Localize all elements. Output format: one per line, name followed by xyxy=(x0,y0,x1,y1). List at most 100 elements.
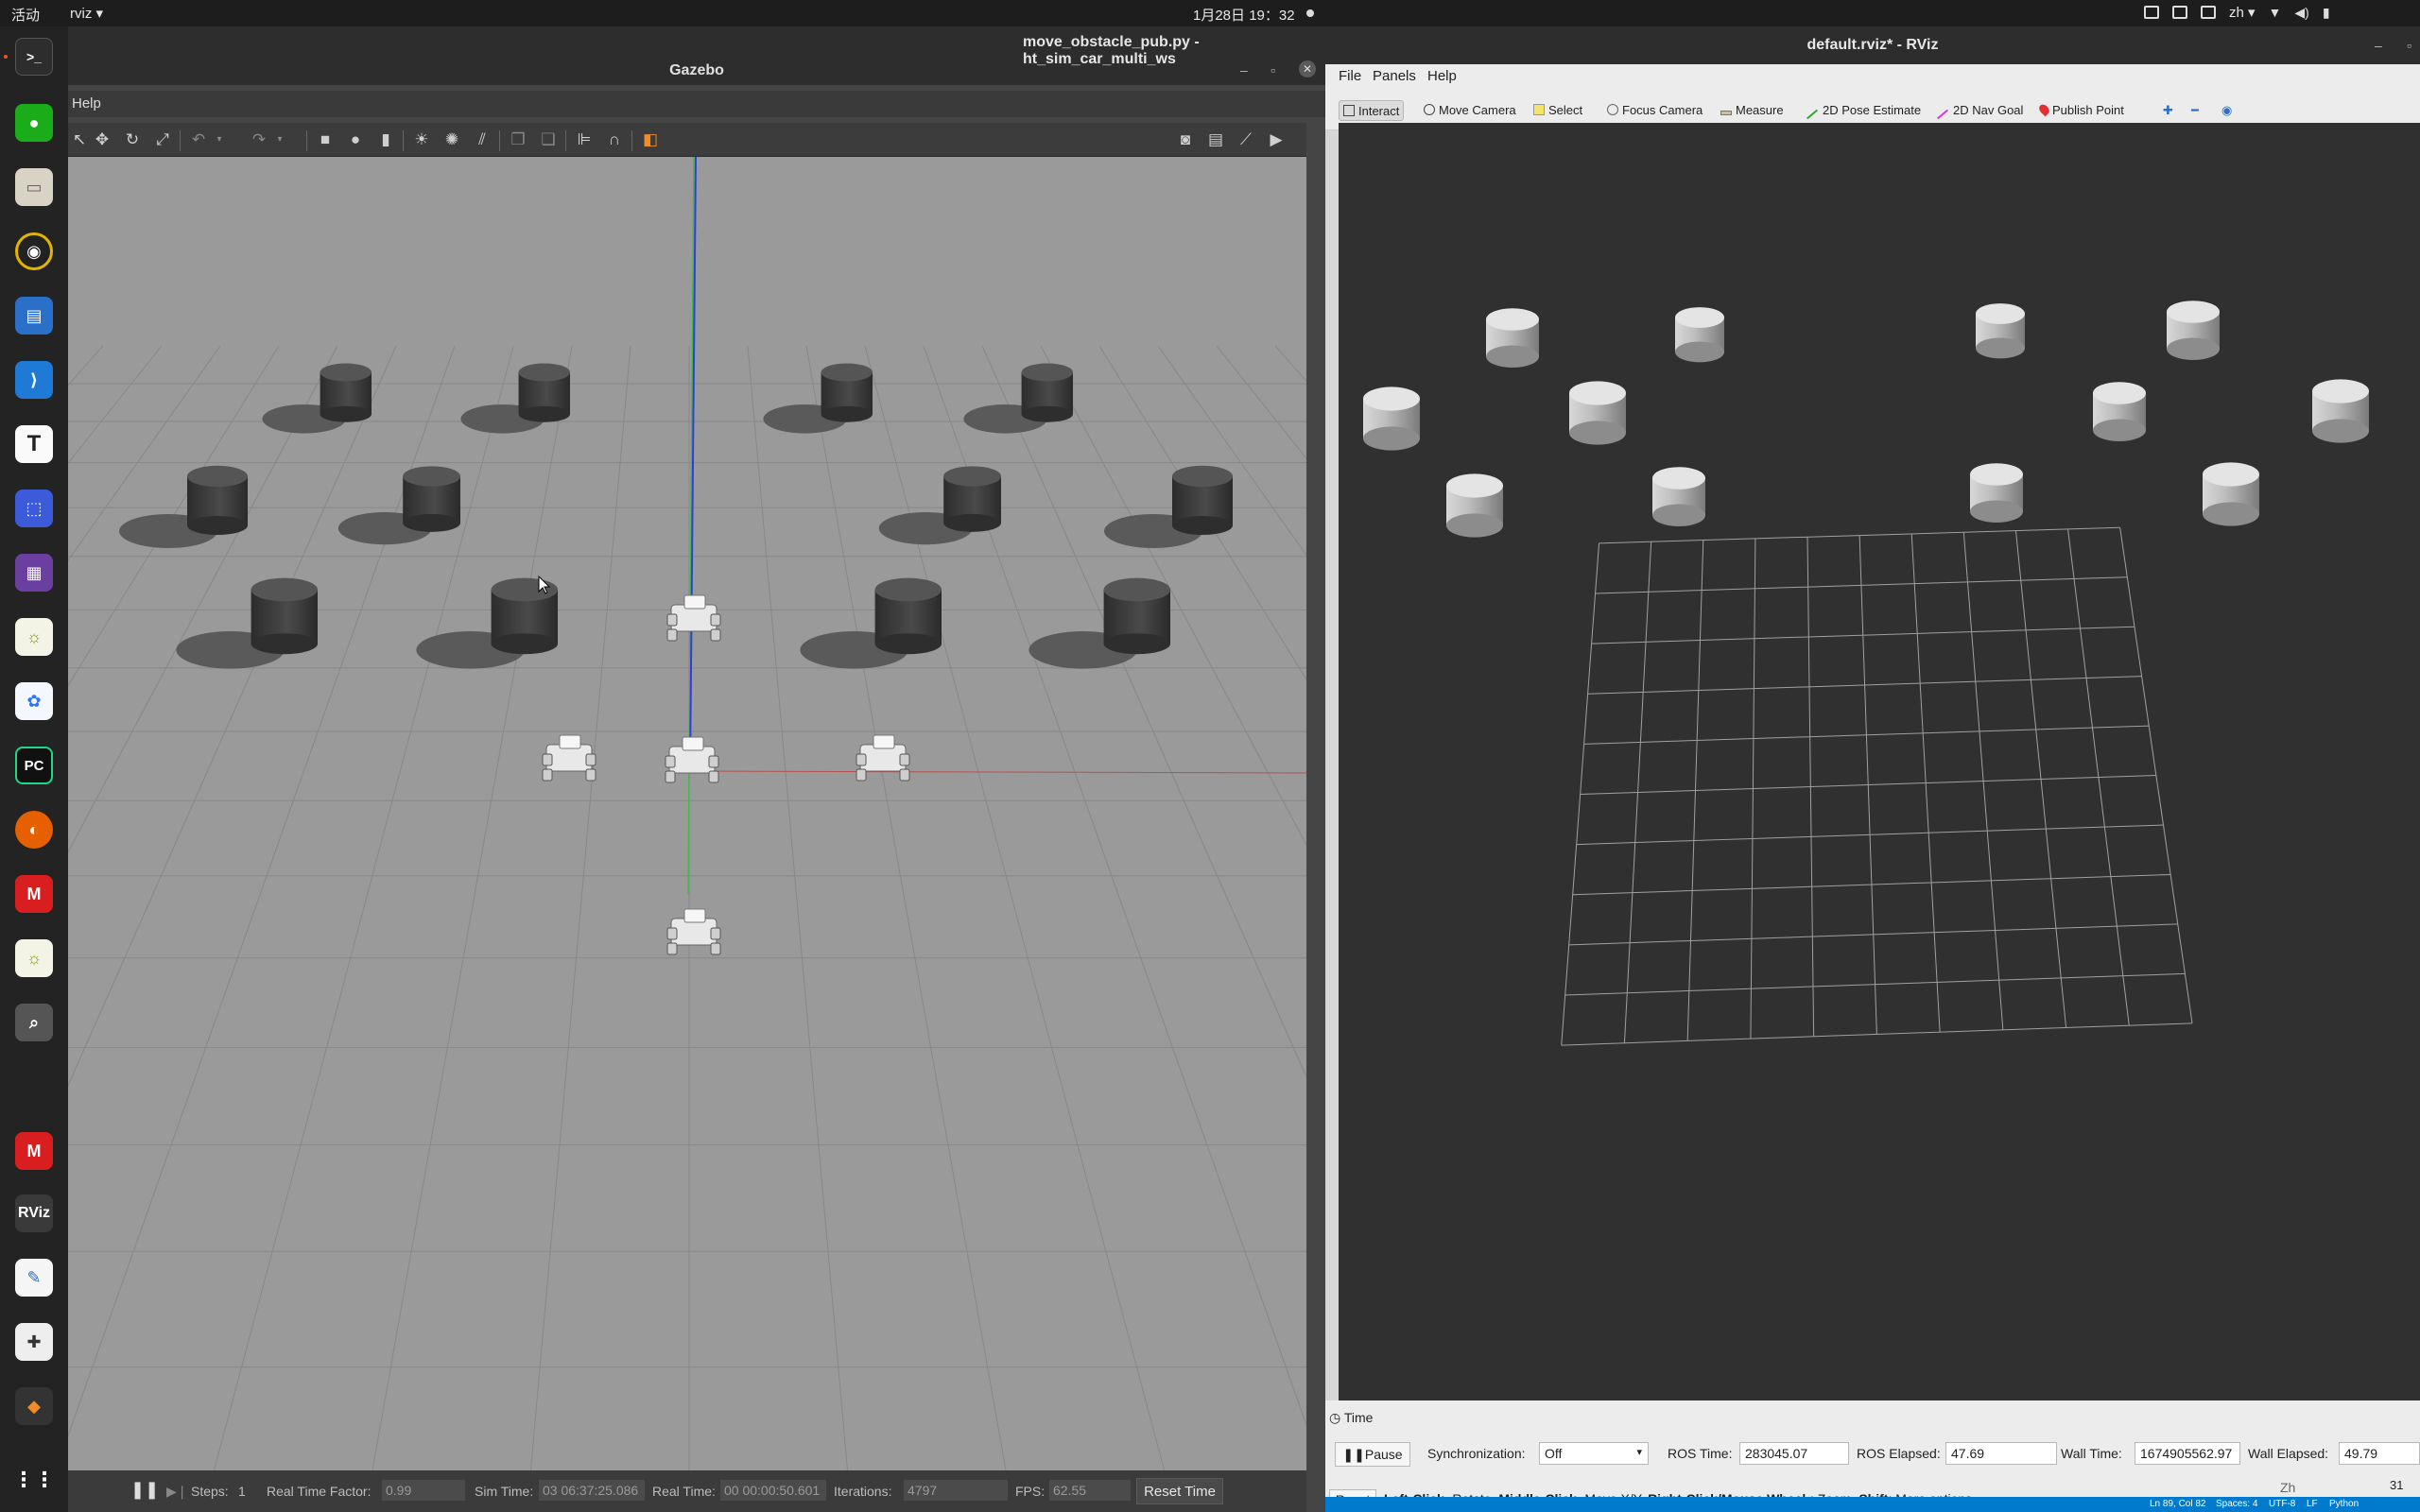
gamepad-icon[interactable]: ✚ xyxy=(15,1323,53,1361)
screenshot-icon[interactable]: ◙ xyxy=(1176,130,1195,149)
pause-icon[interactable]: ❚❚ xyxy=(130,1480,159,1500)
system-tray[interactable]: zh ▾ ▼ ◀) ▮ xyxy=(2144,4,2330,21)
encoding[interactable]: UTF-8 xyxy=(2269,1499,2295,1509)
ros-elapsed-field[interactable]: 47.69 xyxy=(1945,1442,2057,1465)
scale-mode-icon[interactable]: ⤢ xyxy=(153,130,172,149)
undo-dropdown-icon[interactable]: ▾ xyxy=(210,130,229,149)
baidunetdisk-icon[interactable]: ✿ xyxy=(15,682,53,720)
video-record-icon[interactable]: ▶ xyxy=(1267,130,1286,149)
tool-2d-pose-estimate[interactable]: 2D Pose Estimate xyxy=(1802,100,1925,121)
tool-interact[interactable]: Interact xyxy=(1339,100,1405,121)
magnifier-icon[interactable]: ⌕ xyxy=(15,1004,53,1041)
rviz-title[interactable]: default.rviz* - RViz xyxy=(1325,26,2420,64)
tool-measure[interactable]: Measure xyxy=(1717,100,1788,121)
gazebo-scene[interactable] xyxy=(68,157,1306,1497)
redo-dropdown-icon[interactable]: ▾ xyxy=(270,130,289,149)
ros-time-field[interactable]: 283045.07 xyxy=(1739,1442,1849,1465)
input-language[interactable]: zh ▾ xyxy=(2229,4,2256,21)
minimize-icon[interactable]: – xyxy=(2375,38,2382,53)
wechat-icon[interactable]: ● xyxy=(15,104,53,142)
pause-button[interactable]: ❚❚Pause xyxy=(1335,1442,1410,1467)
sphere-shape-icon[interactable]: ● xyxy=(346,130,365,149)
clock[interactable]: 1月28日 19：32 xyxy=(1193,5,1295,25)
change-view-icon[interactable]: ◧ xyxy=(641,130,660,149)
spot-light-icon[interactable]: ✺ xyxy=(442,130,461,149)
cylinder-shape-icon[interactable]: ▮ xyxy=(376,130,395,149)
wall-elapsed-field[interactable]: 49.79 xyxy=(2339,1442,2420,1465)
snap-icon[interactable]: ∩ xyxy=(605,130,624,149)
network-monitor-icon[interactable] xyxy=(2172,6,2187,19)
rviz-3d-render-view[interactable] xyxy=(1339,123,2420,1400)
tool-properties-icon[interactable]: ◉ xyxy=(2218,100,2236,121)
app-menu[interactable]: rviz ▾ xyxy=(70,5,103,22)
terminal-icon[interactable]: >_ xyxy=(15,38,53,76)
box-shape-icon[interactable]: ■ xyxy=(316,130,335,149)
text-editor-icon[interactable]: ✎ xyxy=(15,1259,53,1297)
activities-button[interactable]: 活动 xyxy=(11,5,40,25)
tool-select[interactable]: Select xyxy=(1530,100,1586,121)
rotate-mode-icon[interactable]: ↻ xyxy=(123,130,142,149)
brightness-icon[interactable]: ☼ xyxy=(15,618,53,656)
firefox-icon[interactable]: ◐ xyxy=(15,811,53,849)
rhythmbox-icon[interactable]: ◉ xyxy=(15,232,53,270)
menu-panels[interactable]: Panels xyxy=(1373,68,1416,84)
directional-light-icon[interactable]: ⫽ xyxy=(473,130,492,149)
menu-file[interactable]: File xyxy=(1339,68,1361,84)
tool-move-camera[interactable]: Move Camera xyxy=(1420,100,1520,121)
mindmaster-icon[interactable]: M xyxy=(15,1132,53,1170)
typora-icon[interactable]: T xyxy=(15,425,53,463)
undo-icon[interactable]: ↶ xyxy=(189,130,208,149)
pycharm-icon[interactable]: PC xyxy=(15,747,53,784)
tool-publish-point[interactable]: Publish Point xyxy=(2036,100,2128,121)
maximize-icon[interactable]: ▫ xyxy=(2407,38,2411,53)
steps-value[interactable]: 1 xyxy=(238,1484,246,1499)
keyboard-icon[interactable] xyxy=(2201,6,2216,19)
reset-time-button[interactable]: Reset Time xyxy=(1136,1478,1223,1504)
wifi-icon[interactable]: ▼ xyxy=(2269,5,2282,20)
writer-icon[interactable]: ▤ xyxy=(15,297,53,335)
wall-time-field[interactable]: 1674905562.97 xyxy=(2135,1442,2240,1465)
brightness-icon[interactable]: ☼ xyxy=(15,939,53,977)
rviz-icon[interactable]: RViz xyxy=(15,1194,53,1232)
obstacle-top xyxy=(1172,465,1233,488)
align-icon[interactable]: ⊫ xyxy=(575,130,594,149)
redo-icon[interactable]: ↷ xyxy=(250,130,268,149)
collapsed-panel-strip[interactable] xyxy=(1325,130,1339,1400)
ime-indicator[interactable]: Zh xyxy=(2280,1480,2295,1495)
tool-2d-nav-goal[interactable]: 2D Nav Goal xyxy=(1932,100,2027,121)
vscode-icon[interactable]: ⟩ xyxy=(15,361,53,399)
app-grid-icon[interactable]: ⋮⋮ xyxy=(13,1461,55,1499)
log-icon[interactable]: ▤ xyxy=(1206,130,1225,149)
volume-icon[interactable]: ◀) xyxy=(2294,5,2308,21)
files-icon[interactable]: ▭ xyxy=(15,168,53,206)
tool-focus-camera[interactable]: Focus Camera xyxy=(1603,100,1706,121)
obstacle-bottom xyxy=(320,405,372,422)
mindmaster-icon[interactable]: M xyxy=(15,875,53,913)
translate-mode-icon[interactable]: ✥ xyxy=(93,130,112,149)
layers-icon[interactable]: ◆ xyxy=(15,1387,53,1425)
menu-help[interactable]: Help xyxy=(72,95,101,112)
battery-icon[interactable]: ▮ xyxy=(2323,5,2330,21)
plot-icon[interactable]: ⟋ xyxy=(1236,130,1255,149)
add-tool-icon[interactable]: ✚ xyxy=(2159,100,2177,121)
indent-setting[interactable]: Spaces: 4 xyxy=(2216,1499,2257,1509)
gazebo-3d-viewport[interactable] xyxy=(68,157,1306,1497)
remove-tool-icon[interactable]: ━ xyxy=(2187,100,2203,121)
select-mode-icon[interactable]: ↖ xyxy=(70,130,89,149)
line-ending[interactable]: LF xyxy=(2307,1499,2318,1509)
maximize-icon[interactable]: ▫ xyxy=(1270,62,1275,77)
cursor-position[interactable]: Ln 89, Col 82 xyxy=(2150,1499,2206,1509)
screenshot-icon[interactable]: ⬚ xyxy=(15,490,53,527)
paste-icon[interactable]: ❏ xyxy=(539,130,558,149)
sync-select[interactable]: Off xyxy=(1539,1442,1649,1465)
menu-help[interactable]: Help xyxy=(1427,68,1457,84)
rviz-scene[interactable] xyxy=(1339,123,2420,1400)
minimize-icon[interactable]: – xyxy=(1240,62,1248,77)
language-mode[interactable]: Python xyxy=(2329,1499,2359,1509)
point-light-icon[interactable]: ☀ xyxy=(412,130,431,149)
close-icon[interactable]: ✕ xyxy=(1299,60,1316,77)
video-icon[interactable]: ▦ xyxy=(15,554,53,592)
step-icon[interactable]: ▶❘ xyxy=(166,1484,188,1500)
camera-icon[interactable] xyxy=(2144,6,2159,19)
copy-icon[interactable]: ❐ xyxy=(509,130,527,149)
